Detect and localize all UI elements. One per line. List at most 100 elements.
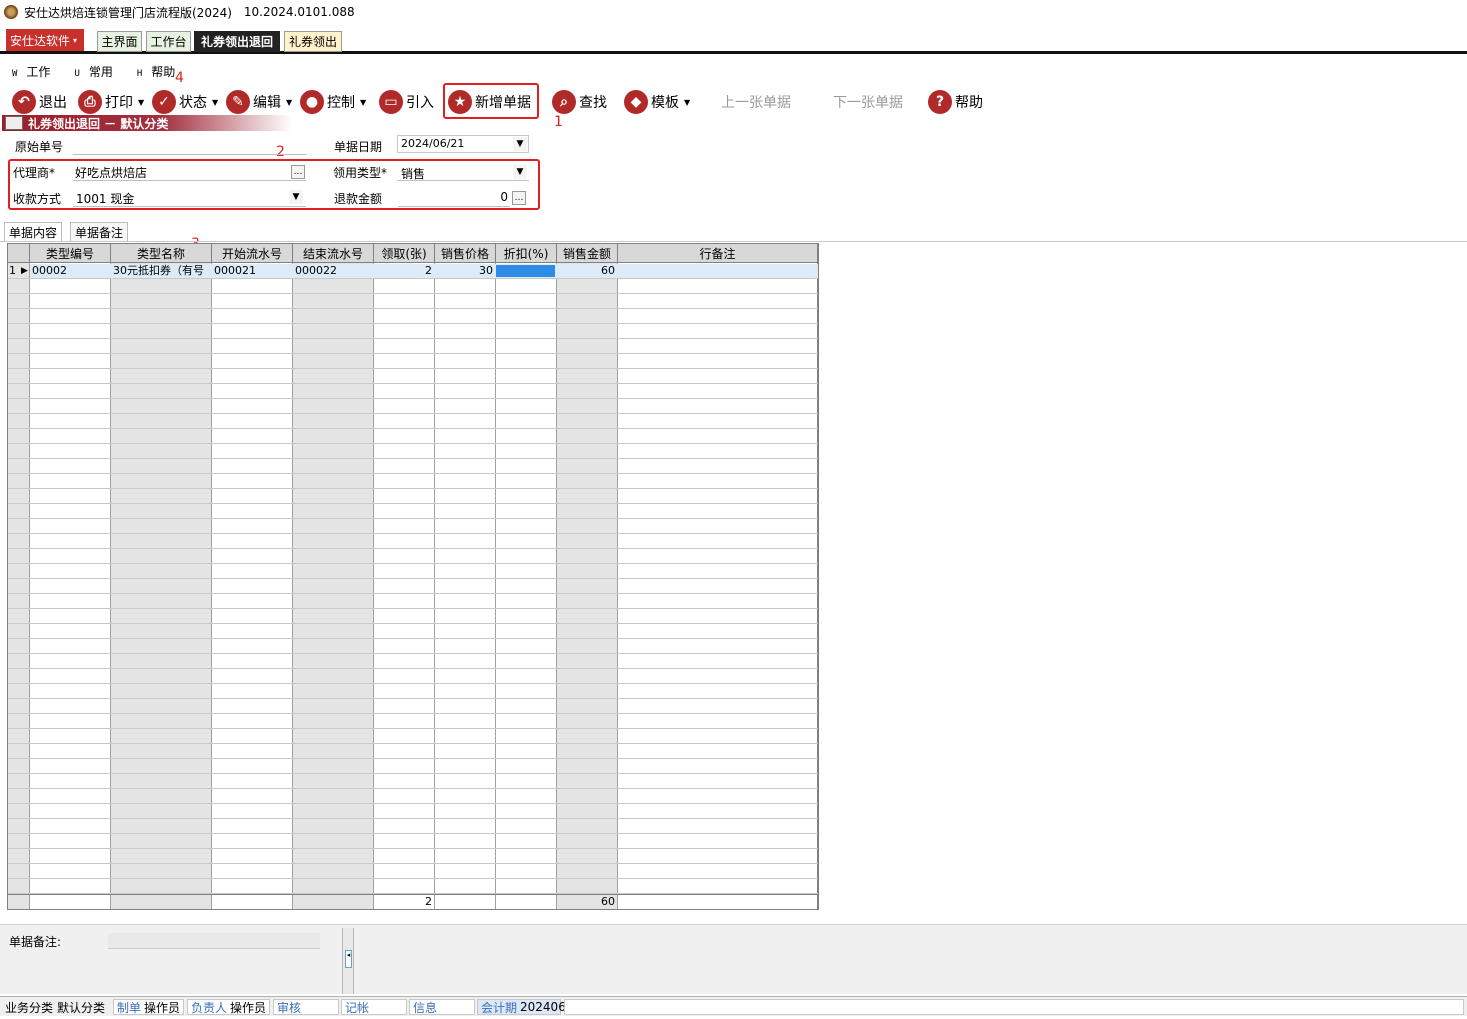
menu-work[interactable]: W 工作: [6, 63, 56, 80]
tab-workbench[interactable]: 工作台: [146, 31, 191, 52]
total-amount: 60: [601, 895, 615, 908]
menu-common-key: U: [74, 68, 80, 79]
cell-start-serial[interactable]: 000021: [214, 264, 292, 278]
tab-main[interactable]: 主界面: [97, 31, 142, 52]
grid-row-line: [8, 368, 818, 369]
status-message: [564, 999, 1464, 1015]
date-picker[interactable]: 2024/06/21 ▼: [397, 135, 529, 153]
agent-browse-button[interactable]: …: [291, 165, 305, 179]
chevron-down-icon: ▾: [73, 35, 78, 45]
cell-type-name[interactable]: 30元抵扣券（有号: [113, 264, 211, 278]
chevron-down-icon[interactable]: ▼: [289, 190, 303, 204]
brand-menu-button[interactable]: 安仕达软件 ▾: [6, 29, 84, 51]
print-button[interactable]: ⎙ 打印 ▼: [78, 88, 144, 116]
status-info-label: 信息: [413, 1000, 438, 1015]
menu-work-key: W: [12, 68, 18, 79]
grid-row-line: [8, 398, 818, 399]
chevron-down-icon[interactable]: ▼: [513, 165, 527, 179]
help-button[interactable]: ? 帮助: [928, 88, 983, 116]
cell-price[interactable]: 30: [437, 264, 493, 278]
next-document-button[interactable]: 下一张单据: [833, 88, 903, 116]
status-category-value: 默认分类: [57, 1000, 106, 1015]
pay-method-select[interactable]: 1001 现金 ▼: [72, 188, 305, 206]
chevron-down-icon: ▼: [360, 97, 367, 107]
use-type-label: 领用类型*: [333, 166, 388, 180]
grid-row-line: [8, 353, 818, 354]
control-button[interactable]: ● 控制 ▼: [300, 88, 366, 116]
import-button[interactable]: ▭ 引入: [379, 88, 434, 116]
tab-voucher-issue[interactable]: 礼券领出: [284, 31, 342, 52]
collapse-arrow-icon[interactable]: ◂: [345, 950, 352, 968]
status-category-label: 业务分类: [5, 1000, 54, 1015]
header-remark[interactable]: 行备注: [618, 244, 818, 263]
use-type-select[interactable]: 销售 ▼: [397, 163, 529, 181]
printer-icon: ⎙: [78, 90, 102, 114]
exit-button[interactable]: ↶ 退出: [12, 88, 67, 116]
header-end-serial[interactable]: 结束流水号: [293, 244, 374, 263]
menu-help[interactable]: H 帮助: [131, 63, 181, 80]
window-version: 10.2024.0101.088: [243, 5, 355, 19]
remark-column: [618, 263, 818, 909]
refund-browse-button[interactable]: …: [512, 191, 526, 205]
total-qty: 2: [425, 895, 432, 908]
header-rownum: [8, 244, 30, 263]
agent-field[interactable]: 好吃点烘焙店: [75, 164, 147, 181]
refund-field[interactable]: 0: [400, 190, 508, 204]
status-audit-label: 审核: [277, 1000, 302, 1015]
grid-row-line: [8, 848, 818, 849]
grid-row-line: [8, 293, 818, 294]
checkmark-icon: ✓: [152, 90, 176, 114]
menu-common[interactable]: U 常用: [68, 63, 118, 80]
header-discount[interactable]: 折扣(%): [496, 244, 557, 263]
tab-document-content[interactable]: 单据内容: [4, 222, 63, 241]
grid-row-line: [8, 743, 818, 744]
status-owner-label: 负责人: [191, 1000, 228, 1015]
grid-row-line: [8, 653, 818, 654]
undo-arrow-icon: ↶: [12, 90, 36, 114]
grid-row-line: [8, 338, 818, 339]
chevron-down-icon: ▼: [212, 97, 219, 107]
row-number: 1: [9, 264, 16, 277]
grid-row-line: [8, 788, 818, 789]
header-qty[interactable]: 领取(张): [374, 244, 435, 263]
header-type-code[interactable]: 类型编号: [30, 244, 111, 263]
header-price[interactable]: 销售价格: [435, 244, 496, 263]
grid-row-line: [8, 428, 818, 429]
annotation-box-new-document: [443, 83, 539, 119]
app-logo-icon: [4, 5, 18, 19]
template-button[interactable]: ◆ 模板 ▼: [624, 88, 690, 116]
prev-document-button[interactable]: 上一张单据: [721, 88, 791, 116]
header-amount[interactable]: 销售金额: [557, 244, 618, 263]
eraser-icon: ◆: [624, 90, 648, 114]
cell-qty[interactable]: 2: [376, 264, 432, 278]
edit-button[interactable]: ✎ 编辑 ▼: [226, 88, 292, 116]
status-maker-value: 操作员: [144, 1000, 181, 1015]
grid-row-line: [8, 308, 818, 309]
cell-remark[interactable]: [620, 264, 816, 278]
tab-document-remarks[interactable]: 单据备注: [70, 222, 129, 241]
cell-type-code[interactable]: 00002: [32, 264, 110, 278]
status-period: 会计期 202406: [477, 999, 566, 1015]
header-type-name[interactable]: 类型名称: [111, 244, 212, 263]
template-label: 模板: [651, 95, 679, 111]
cell-amount[interactable]: 60: [559, 264, 615, 278]
pay-method-underline: [73, 206, 306, 207]
status-button[interactable]: ✓ 状态 ▼: [152, 88, 218, 116]
chevron-down-icon[interactable]: ▼: [513, 137, 527, 151]
grid-header: 类型编号 类型名称 开始流水号 结束流水号 领取(张) 销售价格 折扣(%) 销…: [8, 244, 818, 263]
grid-row-line: [8, 323, 818, 324]
cell-discount[interactable]: [498, 264, 554, 278]
grid-row-line: [8, 503, 818, 504]
header-start-serial[interactable]: 开始流水号: [212, 244, 293, 263]
remarks-field[interactable]: [108, 933, 320, 949]
status-period-label: 会计期: [481, 1000, 518, 1015]
title-bar: 安仕达烘焙连锁管理门店流程版(2024) 10.2024.0101.088: [0, 0, 1467, 24]
splitter-handle[interactable]: ◂: [342, 928, 354, 994]
grid-row-line: [8, 458, 818, 459]
agent-label: 代理商*: [13, 166, 56, 180]
tab-voucher-return[interactable]: 礼券领出退回: [194, 31, 280, 52]
use-type-underline: [397, 180, 529, 181]
search-icon: ⌕: [552, 90, 576, 114]
cell-end-serial[interactable]: 000022: [295, 264, 373, 278]
find-button[interactable]: ⌕ 查找: [552, 88, 607, 116]
